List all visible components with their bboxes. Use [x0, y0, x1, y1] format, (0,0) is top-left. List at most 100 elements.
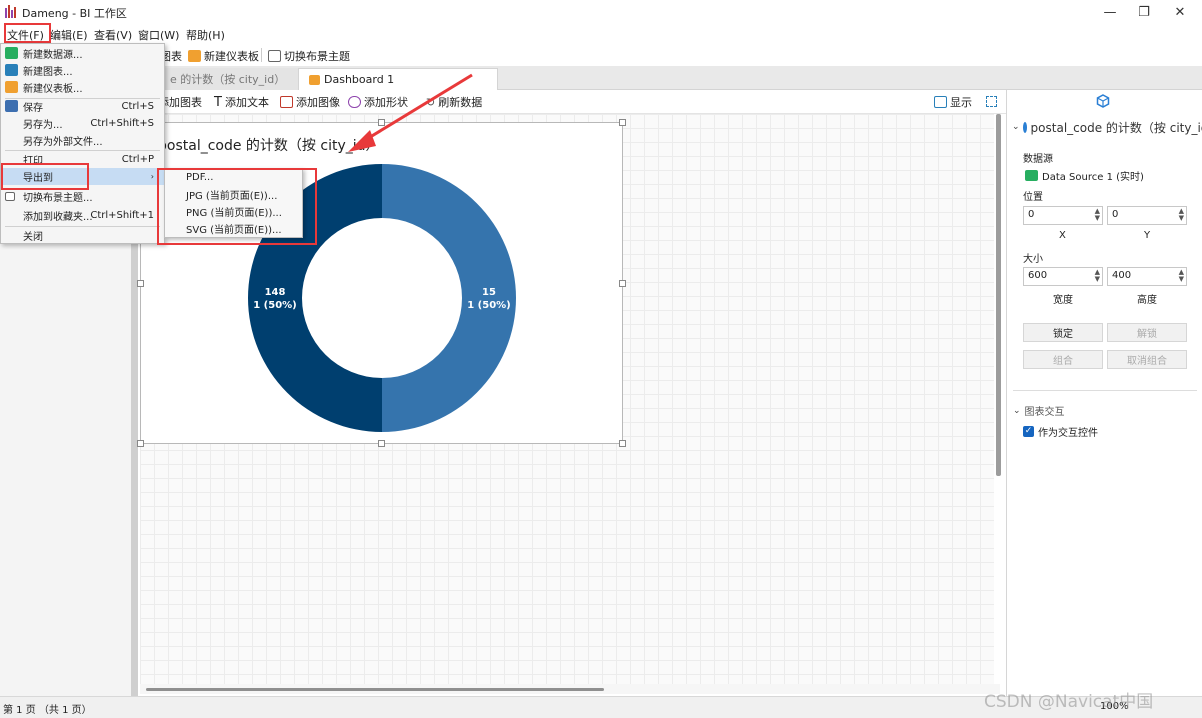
- resize-handle-ne[interactable]: [619, 119, 626, 126]
- unlock-button[interactable]: 解锁: [1107, 323, 1187, 342]
- resize-handle-se[interactable]: [619, 440, 626, 447]
- datasource-link[interactable]: Data Source 1 (实时): [1025, 168, 1144, 183]
- properties-panel: ⌄ postal_code 的计数（按 city_id 数据源 Data Sou…: [1006, 90, 1202, 696]
- display-label: 显示: [950, 96, 972, 109]
- checkbox-checked-icon[interactable]: ✓: [1023, 426, 1034, 437]
- chart-properties-icon: [1096, 94, 1110, 108]
- menu-item-switch-theme[interactable]: 切换布景主题...: [1, 188, 164, 205]
- menu-item-shortcut: Ctrl+P: [121, 154, 154, 165]
- width-input[interactable]: 600 ▲ ▼: [1023, 267, 1103, 286]
- menu-item-label: 新建数据源...: [23, 50, 83, 61]
- menu-item-label: 另存为...: [23, 120, 63, 131]
- switch-theme-label: 切换布景主题: [284, 50, 350, 63]
- watermark: CSDN @Navicat中国: [984, 692, 1154, 712]
- properties-title: postal_code 的计数（按 city_id: [1030, 120, 1202, 135]
- menu-item-close[interactable]: 关闭: [1, 227, 164, 244]
- properties-header[interactable]: ⌄ postal_code 的计数（按 city_id: [1007, 117, 1202, 137]
- menu-window[interactable]: 窗口(W): [138, 27, 179, 43]
- theme-icon: [5, 192, 15, 201]
- display-button[interactable]: 显示: [934, 94, 972, 110]
- resize-handle-sw[interactable]: [137, 440, 144, 447]
- menu-item-label: 切换布景主题...: [23, 193, 93, 204]
- menu-edit[interactable]: 编辑(E): [50, 27, 88, 43]
- title-bar: Dameng - BI 工作区 — ❐ ✕: [0, 0, 1202, 24]
- tab-chart[interactable]: e 的计数（按 city_id）: [160, 68, 298, 90]
- position-label: 位置: [1023, 192, 1043, 203]
- menu-item-label: 新建仪表板...: [23, 84, 83, 95]
- canvas-horizontal-scrollbar[interactable]: [146, 688, 604, 691]
- menu-item-save[interactable]: 保存 Ctrl+S: [1, 98, 164, 115]
- toolbar-divider: [261, 48, 262, 62]
- display-icon: [934, 96, 947, 108]
- menu-bar: 文件(F) 编辑(E) 查看(V) 窗口(W) 帮助(H): [0, 24, 1202, 44]
- size-label: 大小: [1023, 254, 1043, 265]
- lock-button[interactable]: 锁定: [1023, 323, 1103, 342]
- new-dashboard-button[interactable]: 新建仪表板: [188, 48, 259, 64]
- main-toolbar: 图表 新建仪表板 切换布景主题: [0, 44, 1202, 66]
- spinner-arrows-icon[interactable]: ▲ ▼: [1179, 269, 1184, 283]
- tab-chart-label: e 的计数（按 city_id）: [170, 73, 286, 86]
- resize-handle-e[interactable]: [619, 280, 626, 287]
- group-button[interactable]: 组合: [1023, 350, 1103, 369]
- chart-icon: [5, 64, 18, 76]
- width-label: 宽度: [1053, 295, 1073, 306]
- height-input[interactable]: 400 ▲ ▼: [1107, 267, 1187, 286]
- menu-item-label: 添加到收藏夹...: [23, 212, 93, 223]
- menu-item-label: 新建图表...: [23, 67, 73, 78]
- height-value: 400: [1112, 270, 1132, 281]
- width-value: 600: [1028, 270, 1048, 281]
- y-position-input[interactable]: 0 ▲ ▼: [1107, 206, 1187, 225]
- menu-view[interactable]: 查看(V): [94, 27, 132, 43]
- save-icon: [5, 100, 18, 112]
- slice-value-label: 15: [482, 287, 496, 298]
- menu-item-label: 另存为外部文件...: [23, 137, 103, 148]
- x-label: X: [1059, 230, 1066, 241]
- menu-item-shortcut: Ctrl+Shift+S: [90, 118, 154, 129]
- spinner-arrows-icon[interactable]: ▲ ▼: [1179, 208, 1184, 222]
- interaction-title: 图表交互: [1024, 407, 1065, 418]
- menu-item-save-external[interactable]: 另存为外部文件...: [1, 132, 164, 149]
- menu-item-add-favorite[interactable]: 添加到收藏夹... Ctrl+Shift+1: [1, 207, 164, 224]
- maximize-button[interactable]: ❐: [1124, 0, 1164, 24]
- ungroup-button[interactable]: 取消组合: [1107, 350, 1187, 369]
- interaction-section-header[interactable]: ⌄ 图表交互: [1013, 403, 1065, 419]
- chevron-down-icon: ⌄: [1013, 405, 1021, 416]
- tab-bar: e 的计数（按 city_id） Dashboard 1: [0, 66, 1202, 90]
- canvas-vertical-scrollbar[interactable]: [996, 114, 1001, 476]
- datasource-label: 数据源: [1023, 154, 1053, 165]
- new-dashboard-label: 新建仪表板: [204, 50, 259, 63]
- menu-item-label: 保存: [23, 103, 43, 114]
- add-text-button[interactable]: T 添加文本: [214, 94, 269, 110]
- x-position-value: 0: [1028, 209, 1035, 220]
- datasource-icon: [1025, 170, 1038, 181]
- theme-icon: [268, 50, 281, 62]
- spinner-arrows-icon[interactable]: ▲ ▼: [1095, 269, 1100, 283]
- datasource-icon: [5, 47, 18, 59]
- close-button[interactable]: ✕: [1160, 0, 1200, 24]
- donut-slice-15[interactable]: [382, 164, 516, 432]
- interaction-checkbox[interactable]: ✓ 作为交互控件: [1023, 424, 1098, 439]
- annotation-arrow: [348, 73, 473, 152]
- text-icon: T: [214, 94, 222, 110]
- add-image-label: 添加图像: [296, 96, 340, 109]
- resize-handle-s[interactable]: [378, 440, 385, 447]
- menu-help[interactable]: 帮助(H): [186, 27, 225, 43]
- interaction-checkbox-label: 作为交互控件: [1038, 428, 1098, 439]
- page-indicator: 第 1 页 （共 1 页）: [3, 705, 92, 716]
- fullscreen-icon[interactable]: [986, 96, 997, 107]
- x-position-input[interactable]: 0 ▲ ▼: [1023, 206, 1103, 225]
- height-label: 高度: [1137, 295, 1157, 306]
- add-image-button[interactable]: 添加图像: [280, 94, 340, 110]
- menu-item-save-as[interactable]: 另存为... Ctrl+Shift+S: [1, 115, 164, 132]
- menu-item-new-datasource[interactable]: 新建数据源...: [1, 45, 164, 62]
- menu-item-new-chart[interactable]: 新建图表...: [1, 62, 164, 79]
- canvas-toolbar: 添加图表 T 添加文本 添加图像 添加形状 ↻ 刷新数据 显示: [138, 90, 1006, 114]
- resize-handle-w[interactable]: [137, 280, 144, 287]
- switch-theme-button[interactable]: 切换布景主题: [268, 48, 350, 64]
- dashboard-icon: [188, 50, 201, 62]
- spinner-arrows-icon[interactable]: ▲ ▼: [1095, 208, 1100, 222]
- y-position-value: 0: [1112, 209, 1119, 220]
- app-logo-icon: [5, 5, 16, 18]
- menu-item-new-dashboard[interactable]: 新建仪表板...: [1, 79, 164, 96]
- slice-percent-label: 1 (50%): [467, 300, 511, 311]
